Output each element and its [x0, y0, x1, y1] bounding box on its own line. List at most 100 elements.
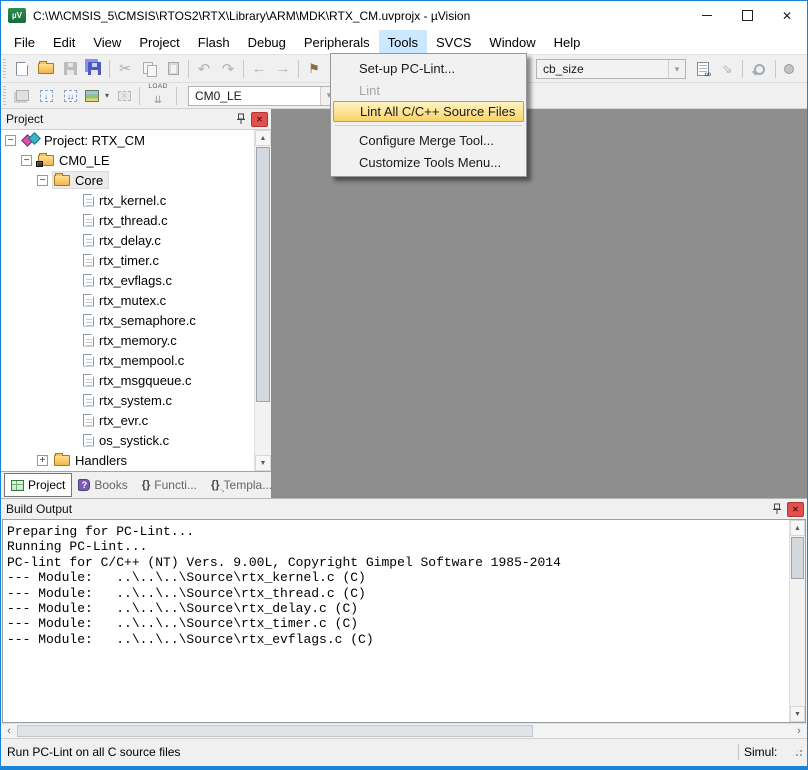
tree-item-label[interactable]: Core [75, 173, 103, 188]
menu-item-customize-tools-menu[interactable]: Customize Tools Menu... [331, 151, 526, 173]
menu-item-configure-merge-tool[interactable]: Configure Merge Tool... [331, 129, 526, 151]
menu-project[interactable]: Project [130, 30, 188, 54]
tree-item-label[interactable]: rtx_memory.c [99, 333, 177, 348]
expand-toggle[interactable] [21, 155, 32, 166]
project-panel-close-button[interactable] [251, 112, 268, 127]
find-in-files-button[interactable] [691, 57, 715, 81]
tree-vertical-scrollbar[interactable] [254, 130, 271, 471]
breakpoint-button[interactable] [779, 57, 799, 81]
scroll-right-arrow[interactable] [791, 724, 807, 738]
menu-help[interactable]: Help [545, 30, 590, 54]
menu-file[interactable]: File [5, 30, 44, 54]
tree-item-file[interactable]: rtx_system.c [1, 390, 254, 410]
resize-grip-icon[interactable] [791, 745, 804, 758]
tree-item-label[interactable]: Handlers [75, 453, 127, 468]
menu-item-lint-all-sources[interactable]: Lint All C/C++ Source Files [333, 101, 524, 122]
tree-item-file[interactable]: rtx_evr.c [1, 410, 254, 430]
build-button[interactable] [34, 84, 58, 108]
translate-button[interactable] [10, 84, 34, 108]
paste-button[interactable] [161, 57, 185, 81]
tree-item-label[interactable]: Project: RTX_CM [44, 133, 145, 148]
navigate-back-button[interactable] [247, 57, 271, 81]
cut-button[interactable] [113, 57, 137, 81]
tree-item-group-core[interactable]: Core [1, 170, 254, 190]
tree-item-label[interactable]: rtx_evr.c [99, 413, 148, 428]
tree-item-file[interactable]: rtx_memory.c [1, 330, 254, 350]
tree-item-file[interactable]: rtx_evflags.c [1, 270, 254, 290]
menu-tools[interactable]: Tools [379, 30, 427, 54]
tree-item-label[interactable]: rtx_mempool.c [99, 353, 184, 368]
tab-templates[interactable]: Templa... [205, 474, 278, 496]
new-file-button[interactable] [10, 57, 34, 81]
menu-item-setup-pc-lint[interactable]: Set-up PC-Lint... [331, 57, 526, 79]
menu-peripherals[interactable]: Peripherals [295, 30, 379, 54]
maximize-button[interactable] [727, 1, 767, 30]
tree-item-file[interactable]: rtx_mempool.c [1, 350, 254, 370]
tree-item-file[interactable]: rtx_kernel.c [1, 190, 254, 210]
tab-books[interactable]: Books [72, 474, 133, 496]
redo-button[interactable] [216, 57, 240, 81]
pin-button[interactable] [768, 502, 785, 517]
tree-item-label[interactable]: rtx_kernel.c [99, 193, 166, 208]
tree-item-label[interactable]: rtx_semaphore.c [99, 313, 196, 328]
target-select-value[interactable]: CM0_LE [189, 87, 320, 105]
tree-item-file[interactable]: rtx_thread.c [1, 210, 254, 230]
open-file-button[interactable] [34, 57, 58, 81]
tree-item-target-cm0le[interactable]: CM0_LE [1, 150, 254, 170]
tree-item-label[interactable]: rtx_thread.c [99, 213, 168, 228]
tree-item-project-root[interactable]: Project: RTX_CM [1, 130, 254, 150]
download-button[interactable]: LOAD [143, 83, 173, 109]
expand-toggle[interactable] [5, 135, 16, 146]
build-output-content[interactable]: Preparing for PC-Lint... Running PC-Lint… [2, 519, 806, 723]
build-output-vertical-scrollbar[interactable] [789, 520, 805, 722]
tab-functions[interactable]: Functi... [136, 474, 203, 496]
expand-toggle[interactable] [37, 175, 48, 186]
tree-item-file[interactable]: rtx_semaphore.c [1, 310, 254, 330]
save-button[interactable] [58, 57, 82, 81]
tree-item-label[interactable]: rtx_timer.c [99, 253, 159, 268]
tree-item-file[interactable]: os_systick.c [1, 430, 254, 450]
expand-toggle[interactable] [37, 455, 48, 466]
toolbar-grip[interactable] [3, 86, 6, 106]
scroll-left-arrow[interactable] [1, 724, 17, 738]
batch-build-button[interactable] [82, 84, 102, 108]
scroll-down-arrow[interactable] [255, 455, 271, 471]
scrollbar-thumb[interactable] [791, 537, 804, 579]
tree-item-label[interactable]: os_systick.c [99, 433, 169, 448]
scroll-up-arrow[interactable] [790, 520, 805, 536]
incremental-find-button[interactable] [715, 57, 739, 81]
menu-window[interactable]: Window [480, 30, 544, 54]
tree-item-file[interactable]: rtx_mutex.c [1, 290, 254, 310]
menu-debug[interactable]: Debug [239, 30, 295, 54]
tree-item-label[interactable]: rtx_delay.c [99, 233, 161, 248]
tab-project[interactable]: Project [4, 473, 72, 497]
menu-view[interactable]: View [84, 30, 130, 54]
tree-item-file[interactable]: rtx_timer.c [1, 250, 254, 270]
build-output-horizontal-scrollbar[interactable] [1, 723, 807, 738]
tree-item-label[interactable]: rtx_evflags.c [99, 273, 172, 288]
tree-item-label[interactable]: rtx_msgqueue.c [99, 373, 192, 388]
scrollbar-thumb[interactable] [256, 147, 270, 402]
bookmark-button[interactable] [302, 57, 326, 81]
find-text-combo[interactable]: cb_size [536, 59, 686, 79]
tree-item-group-handlers[interactable]: Handlers [1, 450, 254, 470]
tree-item-label[interactable]: rtx_mutex.c [99, 293, 166, 308]
scroll-down-arrow[interactable] [790, 706, 805, 722]
scrollbar-thumb[interactable] [17, 725, 533, 737]
undo-button[interactable] [192, 57, 216, 81]
rebuild-button[interactable] [58, 84, 82, 108]
menu-flash[interactable]: Flash [189, 30, 239, 54]
copy-button[interactable] [137, 57, 161, 81]
batch-build-dropdown[interactable] [102, 91, 112, 100]
tree-item-label[interactable]: rtx_system.c [99, 393, 172, 408]
target-select-combo[interactable]: CM0_LE [188, 86, 338, 106]
save-all-button[interactable] [82, 57, 106, 81]
find-button[interactable] [746, 57, 772, 81]
pin-button[interactable] [232, 112, 249, 127]
tree-item-file[interactable]: rtx_delay.c [1, 230, 254, 250]
build-output-close-button[interactable] [787, 502, 804, 517]
tree-item-file[interactable]: rtx_msgqueue.c [1, 370, 254, 390]
scroll-up-arrow[interactable] [255, 130, 271, 146]
find-combo-dropdown[interactable] [668, 60, 685, 78]
minimize-button[interactable] [687, 1, 727, 30]
